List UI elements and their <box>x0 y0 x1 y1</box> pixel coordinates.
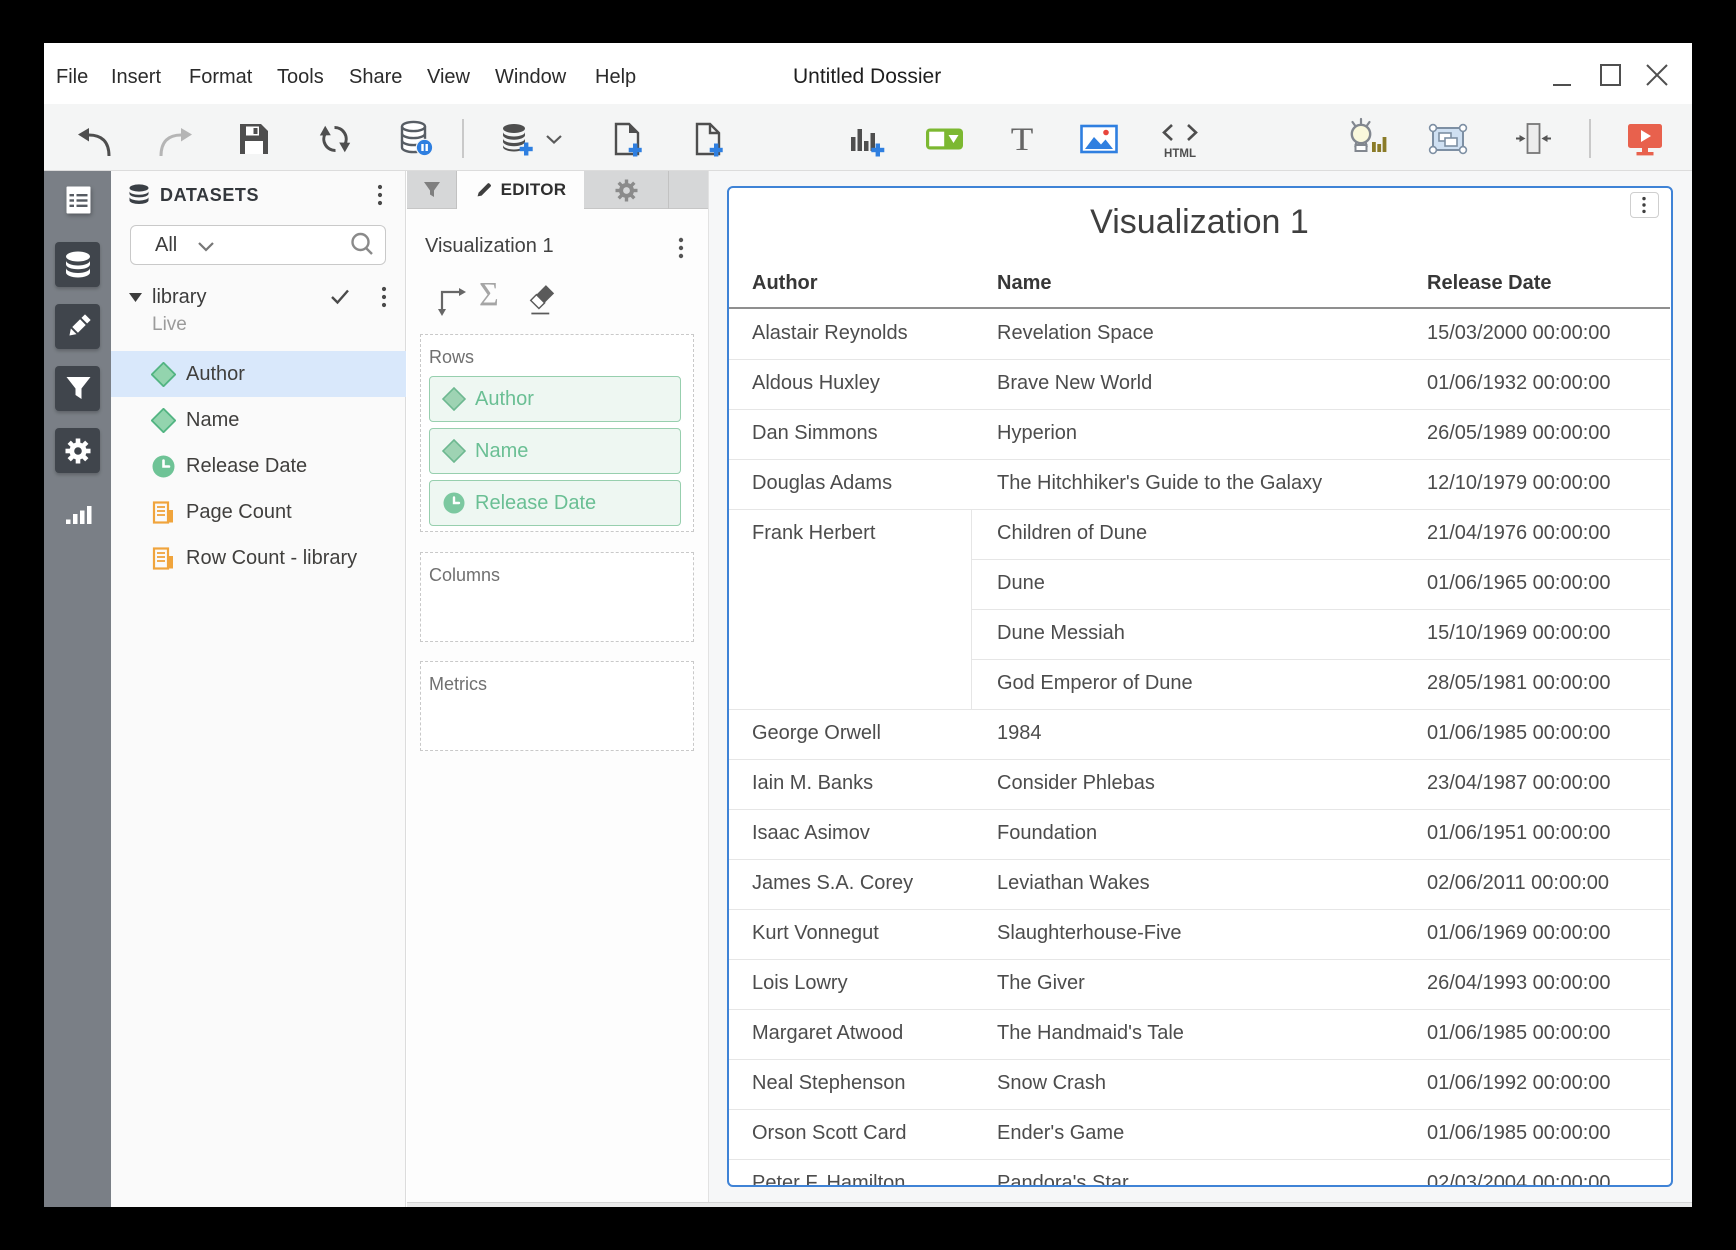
svg-text:HTML: HTML <box>1164 148 1196 160</box>
